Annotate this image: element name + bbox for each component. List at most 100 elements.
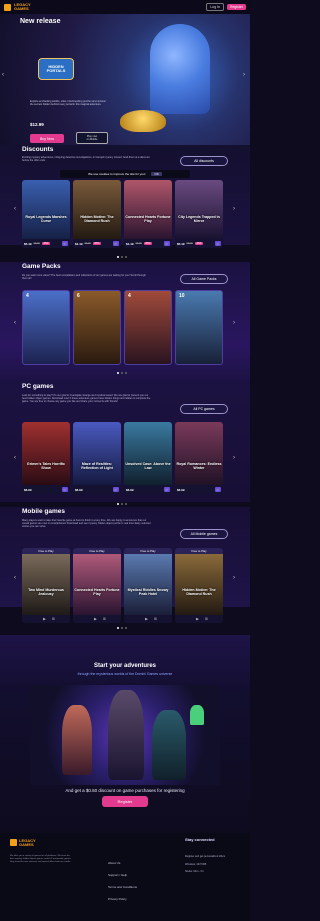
cart-icon[interactable]: 🛒	[215, 241, 221, 246]
discount-card[interactable]: Hidden Motive: The Diamond Rush $1.49 $9.9…	[73, 180, 121, 248]
discount-card[interactable]: City Legends Trapped in Mirror $5.49 $9.99…	[175, 180, 223, 248]
promo-illustration	[30, 685, 220, 785]
discount-card-title: Connected Hearts Fortune Play	[125, 215, 171, 223]
all-packs-button[interactable]: All Game Packs	[180, 274, 228, 284]
page: LEGACY GAMES Log In Register New release…	[0, 0, 250, 921]
site-header: LEGACY GAMES Log In Register	[0, 0, 250, 14]
footer-link-support[interactable]: Support / Help	[108, 873, 127, 877]
discount-card-price-bar: $1.49 $9.99 -85% 🛒	[124, 239, 172, 248]
pc-prev-arrow-icon[interactable]: ‹	[14, 455, 16, 461]
mobile-game-card[interactable]: Free to Play Two Mind Murderous Jealousy ▶…	[22, 548, 70, 623]
google-play-icon[interactable]: ▶	[145, 617, 148, 621]
hero-prev-arrow-icon[interactable]: ‹	[2, 72, 4, 78]
discount-price: $5.49	[177, 241, 185, 246]
cart-icon[interactable]: 🛒	[62, 487, 68, 492]
stay-connected-title: Stay connected	[185, 837, 215, 842]
all-discounts-button[interactable]: All discounts	[180, 156, 228, 166]
cart-icon[interactable]: 🛒	[113, 487, 119, 492]
genie-illustration	[150, 24, 210, 114]
pc-game-card[interactable]: Royal Romances: Endless Winter $6.99 🛒	[175, 422, 223, 494]
cart-icon[interactable]: 🛒	[113, 241, 119, 246]
login-button[interactable]: Log In	[206, 3, 224, 11]
discount-badge: -45%	[194, 242, 203, 245]
footer-link-terms[interactable]: Terms and Conditions	[108, 885, 137, 889]
cookie-banner: We use cookies to improve the site for y…	[60, 170, 190, 178]
packs-desc: Do you want more value? The best compila…	[22, 274, 146, 280]
mobile-game-card[interactable]: Free to Play Connected Hearts Fortune Pla…	[73, 548, 121, 623]
register-button[interactable]: Register	[226, 4, 246, 10]
pc-desc: Look for something to play? It's our goa…	[22, 394, 151, 403]
logo-icon[interactable]	[4, 3, 11, 11]
pack-count-badge: 4	[26, 293, 29, 299]
pc-game-card[interactable]: Unsolved Case: Above the Law $6.99 🛒	[124, 422, 172, 494]
windows-store-icon[interactable]: ⊞	[205, 617, 208, 621]
game-pack-card[interactable]: 4	[124, 290, 172, 365]
hero-description: Explore enchanting worlds, solve mind-be…	[30, 100, 107, 106]
free-to-play-label: Free to Play	[22, 548, 70, 554]
promo-register-button[interactable]: Register	[102, 796, 148, 807]
windows-store-icon[interactable]: ⊞	[103, 617, 106, 621]
windows-store-icon[interactable]: ⊞	[154, 617, 157, 621]
pack-count-badge: 4	[128, 293, 131, 299]
discounts-desc: Exciting mystery adventures, intriguing …	[22, 156, 150, 162]
discounts-next-arrow-icon[interactable]: ›	[233, 206, 235, 212]
cart-icon[interactable]: 🛒	[215, 487, 221, 492]
pc-card-title: Grimm's Tales Horrific Show	[26, 462, 66, 470]
all-pc-button[interactable]: All PC games	[180, 404, 228, 414]
all-mobile-button[interactable]: All Mobile games	[180, 529, 228, 539]
packs-prev-arrow-icon[interactable]: ‹	[14, 320, 16, 326]
discount-card[interactable]: Connected Hearts Fortune Play $1.49 $9.99-…	[124, 180, 172, 248]
logo[interactable]: LEGACY GAMES	[14, 3, 31, 11]
footer-link-about[interactable]: About Us	[108, 861, 120, 865]
game-pack-card[interactable]: 4	[22, 290, 70, 365]
discount-old-price: $9.99	[84, 242, 91, 245]
windows-store-icon[interactable]: ⊞	[52, 617, 55, 621]
cart-icon[interactable]: 🛒	[164, 487, 170, 492]
hero-next-arrow-icon[interactable]: ›	[243, 72, 245, 78]
mobile-card-title: Mystical Riddles Snowy Peak Hotel	[127, 588, 169, 596]
packs-next-arrow-icon[interactable]: ›	[233, 320, 235, 326]
mobile-pager	[117, 627, 127, 629]
footer-logo-icon[interactable]	[10, 839, 17, 846]
mobile-next-arrow-icon[interactable]: ›	[233, 575, 235, 581]
promo-bonus-text: And get a $0.50 discount on game purchas…	[65, 788, 185, 793]
footer-contact-3: Studio: Mon - Fri	[185, 870, 204, 873]
play-mobile-button[interactable]: Play now on Mobile	[76, 132, 108, 144]
discount-old-price: $9.99	[186, 242, 193, 245]
footer-contact-2: Windows: 24/7/365	[185, 863, 207, 866]
cookie-ok-button[interactable]: OK	[151, 172, 162, 176]
pc-title: PC games	[22, 383, 54, 390]
footer-logo-text-2: GAMES	[19, 842, 34, 847]
mobile-game-card[interactable]: Free to Play Hidden Motive: The Diamond R…	[175, 548, 223, 623]
google-play-icon[interactable]: ▶	[43, 617, 46, 621]
pc-price: $6.99	[24, 487, 32, 492]
cart-icon[interactable]: 🛒	[164, 241, 170, 246]
pc-price: $6.99	[177, 487, 185, 492]
buy-now-button[interactable]: Buy Now	[30, 134, 64, 143]
discounts-prev-arrow-icon[interactable]: ‹	[14, 206, 16, 212]
mobile-prev-arrow-icon[interactable]: ‹	[14, 575, 16, 581]
site-footer: LEGACY GAMES We offer you a variety of g…	[0, 833, 250, 921]
mobile-game-card[interactable]: Free to Play Mystical Riddles Snowy Peak …	[124, 548, 172, 623]
logo-text-2: GAMES	[14, 6, 29, 11]
game-pack-card[interactable]: 10	[175, 290, 223, 365]
google-play-icon[interactable]: ▶	[94, 617, 97, 621]
footer-logo[interactable]: LEGACY GAMES	[19, 839, 36, 847]
pc-card-price-bar: $6.99 🛒	[175, 485, 223, 494]
discount-card-title: Hidden Motive: The Diamond Rush	[80, 215, 114, 223]
fairy-character	[190, 705, 204, 725]
promo-subtitle: through the mysterious worlds of the Dom…	[77, 672, 173, 676]
pc-game-card[interactable]: Grimm's Tales Horrific Show $6.99 🛒	[22, 422, 70, 494]
discount-card[interactable]: Royal Legends Marshes Curse $5.49 $9.99 -45…	[22, 180, 70, 248]
footer-link-privacy[interactable]: Privacy Policy	[108, 897, 127, 901]
pc-next-arrow-icon[interactable]: ›	[233, 455, 235, 461]
pc-game-card[interactable]: Maze of Realities: Reflection of Light $6…	[73, 422, 121, 494]
hero-price: $12.99	[30, 122, 44, 127]
hero-banner: New release HIDDEN PORTALS Explore encha…	[0, 14, 250, 145]
free-to-play-label: Free to Play	[124, 548, 172, 554]
google-play-icon[interactable]: ▶	[196, 617, 199, 621]
game-pack-card[interactable]: 6	[73, 290, 121, 365]
discount-card-title: City Legends Trapped in Mirror	[178, 215, 220, 223]
pc-card-title: Maze of Realities: Reflection of Light	[81, 462, 113, 470]
cart-icon[interactable]: 🛒	[62, 241, 68, 246]
